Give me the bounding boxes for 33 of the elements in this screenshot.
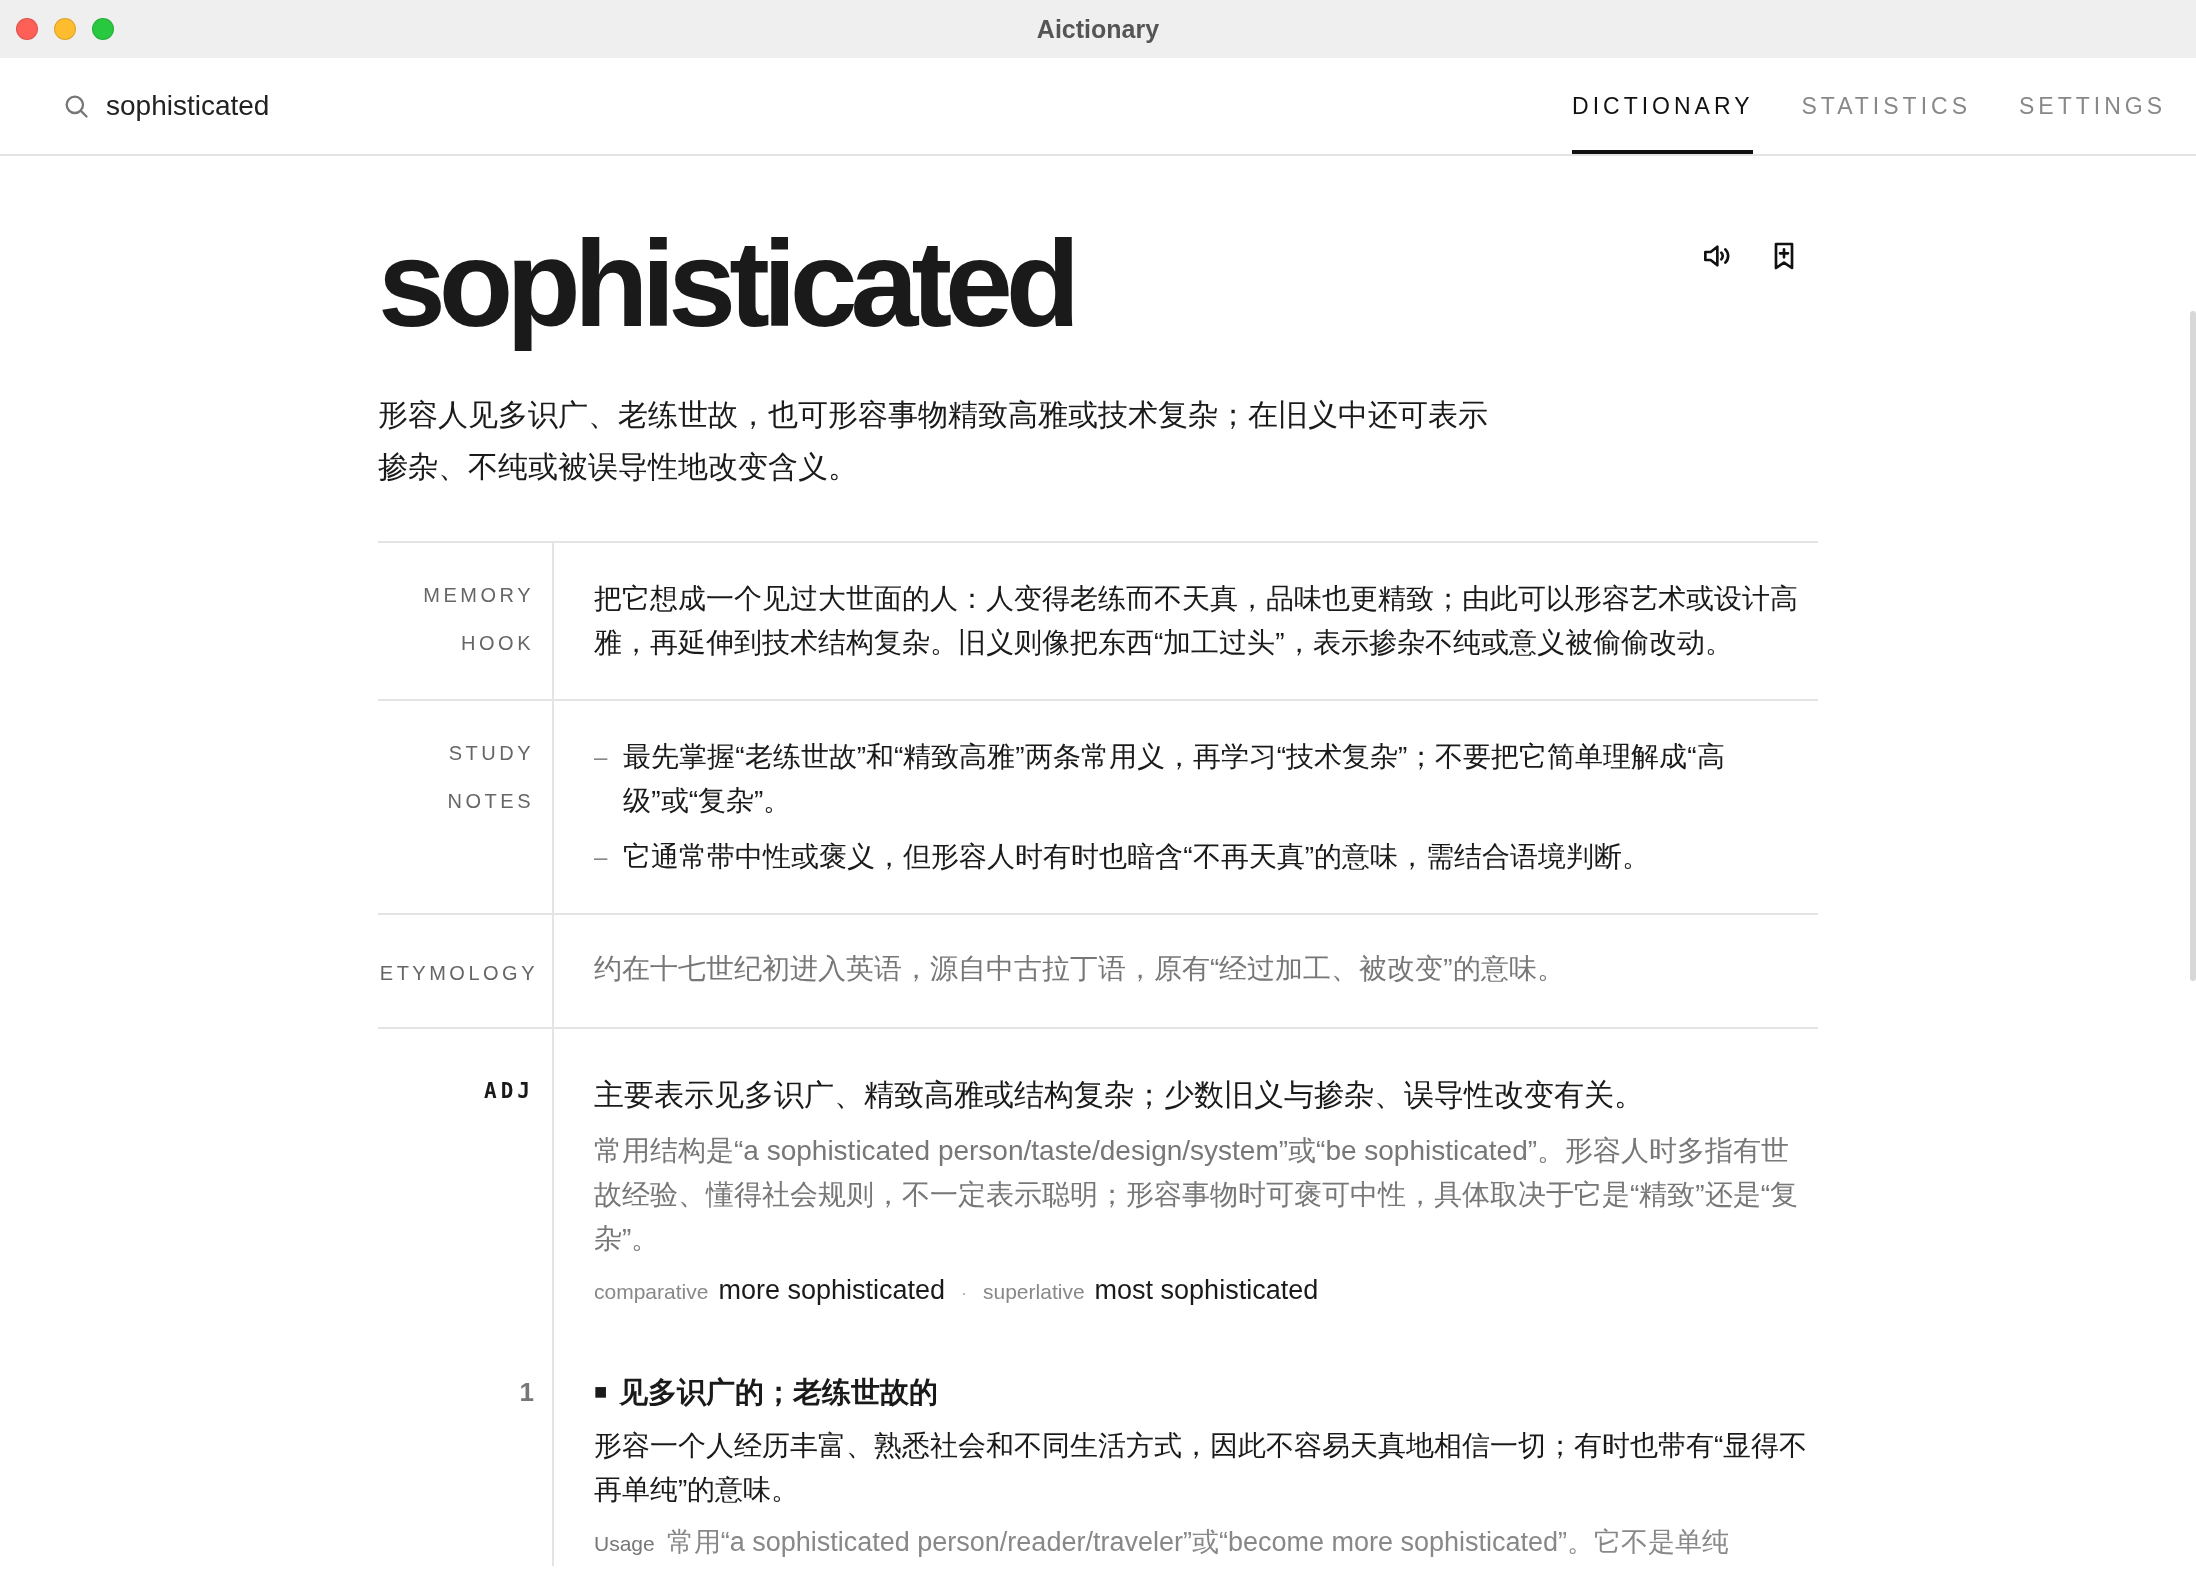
form-label: comparative — [594, 1279, 709, 1304]
zoom-button[interactable] — [92, 18, 114, 40]
scrollbar[interactable] — [2190, 311, 2196, 981]
sense-definition: 形容一个人经历丰富、熟悉社会和不同生活方式，因此不容易天真地相信一切；有时也带有“显得不再单纯”的意味。 — [594, 1428, 1809, 1507]
section-label: MEMORY HOOK — [422, 582, 534, 656]
nav-tab[interactable]: DICTIONARY — [1572, 58, 1754, 154]
sense-number: 1 — [519, 1376, 534, 1407]
square-marker: ■ — [594, 1377, 608, 1406]
memory-hook-text: 把它想成一个见过大世面的人：人变得老练而不天真，品味也更精致；由此可以形容艺术或设计高雅，再延伸到技术结构复杂。旧义则像把东西“加工过头”，表示掺杂不纯或意义被偷偷改动。 — [594, 581, 1798, 660]
sense-title: 见多识广的；老练世故的 — [619, 1374, 939, 1410]
form-value: most sophisticated — [1094, 1274, 1319, 1306]
nav-tab[interactable]: SETTINGS — [2019, 58, 2166, 154]
definition-text: 形容人见多识广、老练世故，也可形容事物精致高雅或技术复杂；在旧义中还可表示掺杂、不纯或被误导性地改变含义。 — [378, 396, 1488, 485]
bullet-marker: – — [594, 841, 608, 872]
nav-tab[interactable]: STATISTICS — [1801, 58, 1971, 154]
search-field[interactable]: sophisticated — [106, 90, 606, 122]
section-label: ETYMOLOGY — [379, 960, 538, 986]
study-note: 最先掌握“老练世故”和“精致高雅”两条常用义，再学习“技术复杂”；不要把它简单理解成“高级”或“复杂”。 — [623, 739, 1726, 818]
form-value: more sophisticated — [718, 1274, 945, 1306]
part-of-speech: ADJ — [484, 1078, 534, 1103]
separator-dot: · — [961, 1282, 967, 1304]
pos-summary: 主要表示见多识广、精致高雅或结构复杂；少数旧义与掺杂、误导性改变有关。 — [594, 1076, 1645, 1113]
section-label: STUDY NOTES — [446, 740, 534, 814]
minimize-button[interactable] — [54, 18, 76, 40]
window-title: Aictionary — [1036, 14, 1160, 44]
etymology-text: 约在十七世纪初进入英语，源自中古拉丁语，原有“经过加工、被改变”的意味。 — [594, 951, 1566, 986]
headword: sophisticated — [378, 215, 1074, 354]
close-button[interactable] — [16, 18, 38, 40]
usage-note: 常用结构是“a sophisticated person/taste/design/system”或“be sophisticated”。形容人时多指有世故经验、懂得社会规则，不一定表示聪明；形容事物时可褒可中性，具体取决于它是“精致”还是“复杂”。 — [594, 1133, 1798, 1256]
form-label: superlative — [983, 1279, 1085, 1304]
bullet-marker: – — [594, 741, 608, 772]
usage-text: Usage 常用“a sophisticated person/reader/traveler”或“become more sophisticated”。它不是单纯 — [594, 1525, 1731, 1559]
study-note: 它通常带中性或褒义，但形容人时有时也暗含“不再天真”的意味，需结合语境判断。 — [623, 839, 1650, 874]
